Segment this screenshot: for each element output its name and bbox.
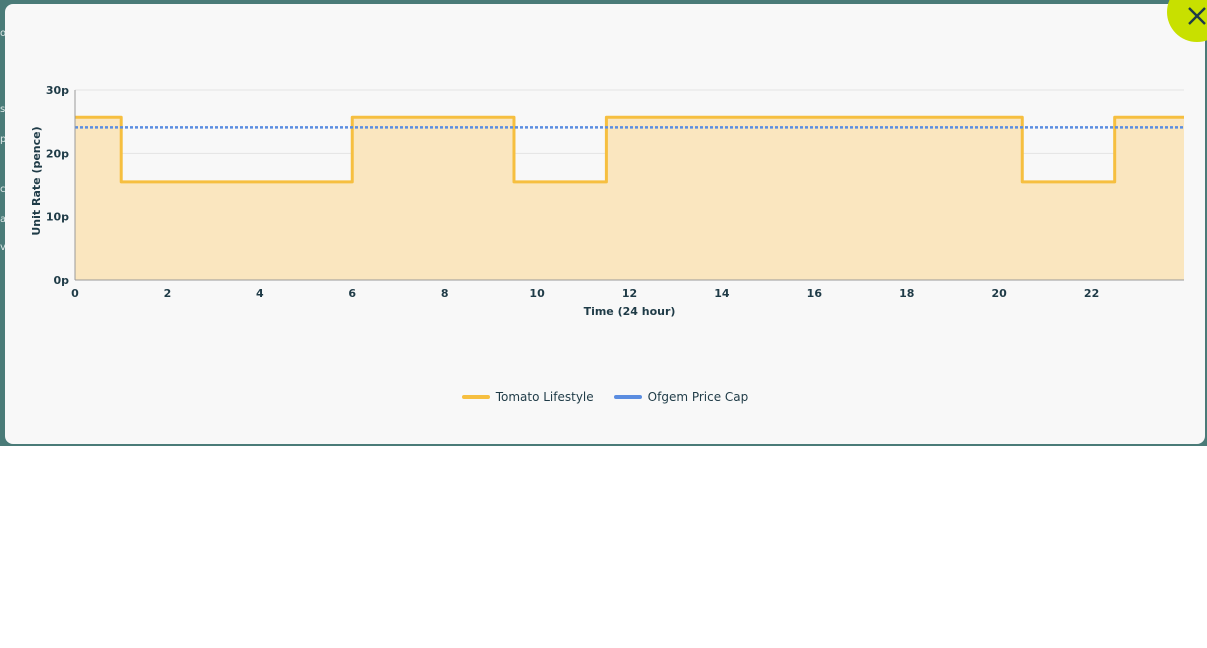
legend-label: Tomato Lifestyle: [495, 390, 594, 404]
tariff-chart: 0p 10p 20p 30p 0 2 4 6 8 10 12 14 16 18 20 22 Time (24 h…: [30, 84, 1184, 318]
close-icon: [1188, 7, 1206, 25]
x-tick-label: 4: [256, 287, 264, 300]
x-tick-label: 22: [1084, 287, 1099, 300]
x-tick-label: 18: [899, 287, 914, 300]
x-tick-label: 10: [529, 287, 545, 300]
x-tick-label: 16: [807, 287, 823, 300]
legend-swatch-tomato-lifestyle: [461, 395, 490, 399]
y-tick-label: 20p: [46, 147, 69, 160]
legend-item-tomato-lifestyle[interactable]: Tomato Lifestyle: [461, 390, 594, 404]
chart-legend: Tomato Lifestyle Ofgem Price Cap: [5, 390, 1205, 404]
legend-label: Ofgem Price Cap: [647, 390, 749, 404]
tomato-lifestyle-area: [75, 117, 1184, 280]
legend-item-ofgem-price-cap[interactable]: Ofgem Price Cap: [613, 390, 749, 404]
x-tick-label: 0: [71, 287, 79, 300]
chart-modal: 0p 10p 20p 30p 0 2 4 6 8 10 12 14 16 18 20 22 Time (24 h…: [5, 4, 1205, 444]
x-tick-label: 2: [164, 287, 172, 300]
x-tick-label: 8: [441, 287, 449, 300]
x-tick-label: 6: [348, 287, 356, 300]
y-tick-label: 30p: [46, 84, 69, 97]
y-tick-label: 10p: [46, 211, 69, 224]
y-tick-label: 0p: [53, 274, 69, 287]
x-tick-label: 14: [714, 287, 730, 300]
x-tick-label: 12: [622, 287, 637, 300]
x-axis-title: Time (24 hour): [584, 305, 676, 318]
legend-swatch-ofgem-price-cap: [613, 395, 642, 399]
y-axis-title: Unit Rate (pence): [30, 126, 43, 235]
x-tick-label: 20: [992, 287, 1008, 300]
